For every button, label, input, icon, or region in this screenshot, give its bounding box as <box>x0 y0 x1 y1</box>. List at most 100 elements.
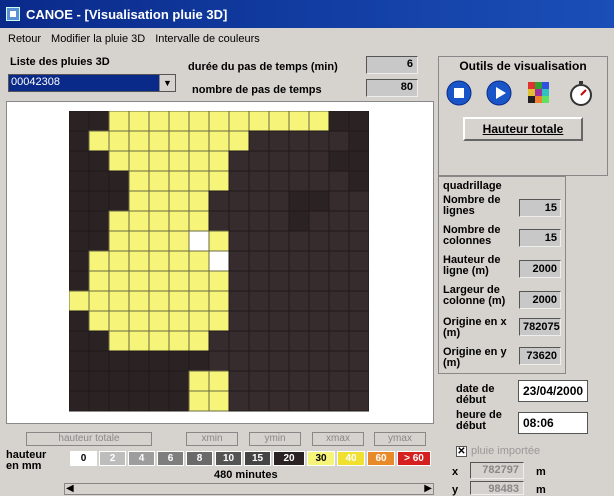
lignes-field[interactable]: 15 <box>519 199 561 217</box>
grid-cell <box>268 290 290 312</box>
nombre-label: nombre de pas de temps <box>192 84 322 96</box>
colonnes-field[interactable]: 15 <box>519 229 561 247</box>
grid-cell <box>308 111 330 132</box>
grid-cell <box>208 130 230 152</box>
date-panel: date de début 23/04/2000 heure de début … <box>438 374 608 438</box>
scroll-left-icon[interactable]: ◀ <box>66 483 74 494</box>
grid-cell <box>168 230 190 252</box>
grid-cell <box>148 250 170 272</box>
grid-cell <box>69 390 90 412</box>
hauteur-totale-label: Hauteur totale <box>482 122 564 136</box>
grid-cell <box>288 130 310 152</box>
pluie-select[interactable]: 00042308 ▼ <box>8 74 176 92</box>
grid-cell <box>268 230 290 252</box>
chevron-down-icon[interactable]: ▼ <box>159 75 175 91</box>
grid-cell <box>208 390 230 412</box>
grid-cell <box>268 150 290 172</box>
grid-cell <box>69 310 90 332</box>
y-field[interactable]: 98483 <box>470 481 524 495</box>
grid-cell <box>69 290 90 312</box>
largeur-colonne-field[interactable]: 2000 <box>519 291 561 309</box>
grid-cell <box>248 390 270 412</box>
grid-cell <box>348 190 369 212</box>
play-icon[interactable] <box>485 79 513 107</box>
grid-cell <box>148 190 170 212</box>
grid-cell <box>168 390 190 412</box>
grid-cell <box>108 190 130 212</box>
grid-cell <box>128 230 150 252</box>
grid-cell <box>188 130 210 152</box>
quadrillage-title: quadrillage <box>443 180 502 192</box>
grid-cell <box>328 230 350 252</box>
grid-cell <box>88 250 110 272</box>
grid-cell <box>288 210 310 232</box>
window-title: CANOE - [Visualisation pluie 3D] <box>26 6 228 22</box>
x-field[interactable]: 782797 <box>470 462 524 479</box>
xmin-button[interactable]: xmin <box>186 432 238 446</box>
menu-modifier[interactable]: Modifier la pluie 3D <box>51 33 145 45</box>
time-scrollbar[interactable]: ◀ ▶ <box>64 483 434 495</box>
grid-cell <box>188 190 210 212</box>
grid-cell <box>188 390 210 412</box>
grid-cell <box>128 290 150 312</box>
grid-cell <box>268 250 290 272</box>
legend-6: 6 <box>157 451 184 466</box>
origine-y-field[interactable]: 73620 <box>519 347 561 365</box>
grid-cell <box>288 250 310 272</box>
scroll-right-icon[interactable]: ▶ <box>424 483 432 494</box>
grid-cell <box>108 350 130 372</box>
heure-label: heure de début <box>456 409 502 432</box>
largeur-colonne-label: Largeur de colonne (m) <box>443 284 506 307</box>
legend-hauteur-totale-button[interactable]: hauteur totale <box>26 432 152 446</box>
grid-cell <box>328 350 350 372</box>
menu-retour[interactable]: Retour <box>8 33 41 45</box>
legend-20: 20 <box>273 451 305 466</box>
ymax-button[interactable]: ymax <box>374 432 426 446</box>
grid-cell <box>268 310 290 332</box>
grid-cell <box>148 330 170 352</box>
grid-cell <box>208 350 230 372</box>
grid-cell <box>328 130 350 152</box>
rain-viewer <box>6 101 434 424</box>
grid-cell <box>168 210 190 232</box>
stopwatch-icon[interactable] <box>567 79 595 107</box>
legend-10: 10 <box>215 451 242 466</box>
grid-cell <box>228 370 250 392</box>
heure-field[interactable]: 08:06 <box>518 412 588 434</box>
grid-cell <box>268 330 290 352</box>
xmax-button[interactable]: xmax <box>312 432 364 446</box>
hauteur-totale-button[interactable]: Hauteur totale <box>463 117 583 141</box>
grid-cell <box>88 290 110 312</box>
grid-cell <box>348 130 369 152</box>
nombre-field[interactable]: 80 <box>366 79 418 97</box>
menu-intervalle[interactable]: Intervalle de couleurs <box>155 33 260 45</box>
grid-cell <box>188 330 210 352</box>
grid-cell <box>128 370 150 392</box>
grid-cell <box>88 210 110 232</box>
grid-cell <box>208 290 230 312</box>
grid-cell <box>328 170 350 192</box>
grid-cell <box>288 150 310 172</box>
grid-cell <box>128 111 150 132</box>
date-field[interactable]: 23/04/2000 <box>518 380 588 402</box>
color-palette-icon[interactable] <box>525 79 553 107</box>
grid-cell <box>168 310 190 332</box>
grid-cell <box>208 210 230 232</box>
legend-15: 15 <box>244 451 271 466</box>
colonnes-label: Nombre de colonnes <box>443 224 501 247</box>
import-checkbox[interactable]: ✕ <box>456 445 467 457</box>
grid-cell <box>288 111 310 132</box>
ymin-button[interactable]: ymin <box>249 432 301 446</box>
hauteur-ligne-field[interactable]: 2000 <box>519 260 561 278</box>
grid-cell <box>208 270 230 292</box>
grid-cell <box>128 350 150 372</box>
tools-title: Outils de visualisation <box>459 59 587 73</box>
duree-field[interactable]: 6 <box>366 56 418 74</box>
legend-0: 0 <box>70 451 97 466</box>
import-checkbox-row[interactable]: ✕ pluie importée <box>456 445 540 457</box>
grid-cell <box>208 250 230 272</box>
stop-icon[interactable] <box>445 79 473 107</box>
origine-x-field[interactable]: 782075 <box>519 318 561 336</box>
grid-cell <box>288 230 310 252</box>
grid-cell <box>88 270 110 292</box>
